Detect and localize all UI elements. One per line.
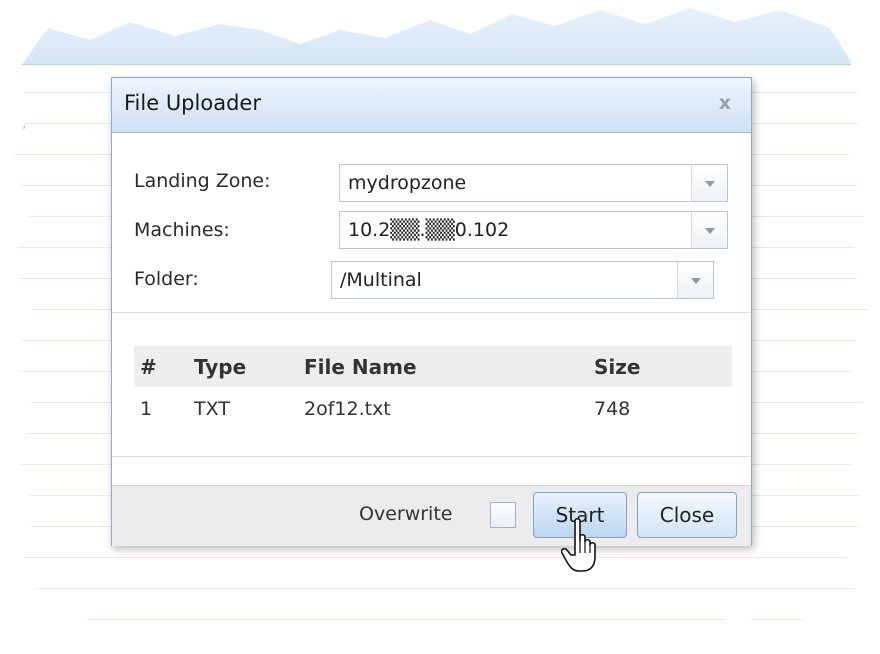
background-toolbar: [12, 8, 868, 65]
file-table-header: # Type File Name Size: [134, 346, 732, 387]
column-header-size: Size: [594, 355, 641, 379]
column-header-number: #: [140, 355, 157, 379]
row-type: TXT: [194, 398, 230, 420]
dialog-titlebar[interactable]: File Uploader x: [112, 78, 751, 133]
file-uploader-dialog: File Uploader x Landing Zone: mydropzone…: [111, 77, 752, 546]
folder-select[interactable]: /Multinal: [331, 261, 714, 299]
background-partial-text: ne]: [2, 110, 26, 129]
landing-zone-value: mydropzone: [348, 172, 467, 194]
overwrite-label: Overwrite: [359, 503, 453, 525]
column-header-type: Type: [194, 355, 247, 379]
folder-value: /Multinal: [340, 269, 422, 291]
machines-value: 10.2▒▒.▒▒0.102: [348, 219, 510, 241]
folder-label: Folder:: [134, 268, 199, 290]
row-size: 748: [594, 398, 631, 420]
machines-select[interactable]: 10.2▒▒.▒▒0.102: [339, 211, 728, 249]
hand-pointer-icon: [561, 517, 596, 572]
row-file-name: 2of12.txt: [304, 398, 391, 420]
landing-zone-select[interactable]: mydropzone: [339, 164, 728, 202]
chevron-down-icon[interactable]: [677, 262, 713, 298]
overwrite-checkbox[interactable]: [490, 502, 516, 528]
chevron-down-icon[interactable]: [691, 165, 727, 201]
column-header-file-name: File Name: [304, 355, 417, 379]
dialog-footer: Overwrite Start Close: [112, 485, 751, 546]
close-button[interactable]: Close: [637, 492, 737, 538]
divider: [112, 312, 751, 313]
divider: [112, 456, 751, 457]
row-number: 1: [140, 398, 153, 420]
close-icon[interactable]: x: [719, 92, 731, 114]
landing-zone-label: Landing Zone:: [134, 170, 271, 192]
chevron-down-icon[interactable]: [691, 212, 727, 248]
machines-label: Machines:: [134, 219, 230, 241]
dialog-title: File Uploader: [124, 91, 261, 115]
